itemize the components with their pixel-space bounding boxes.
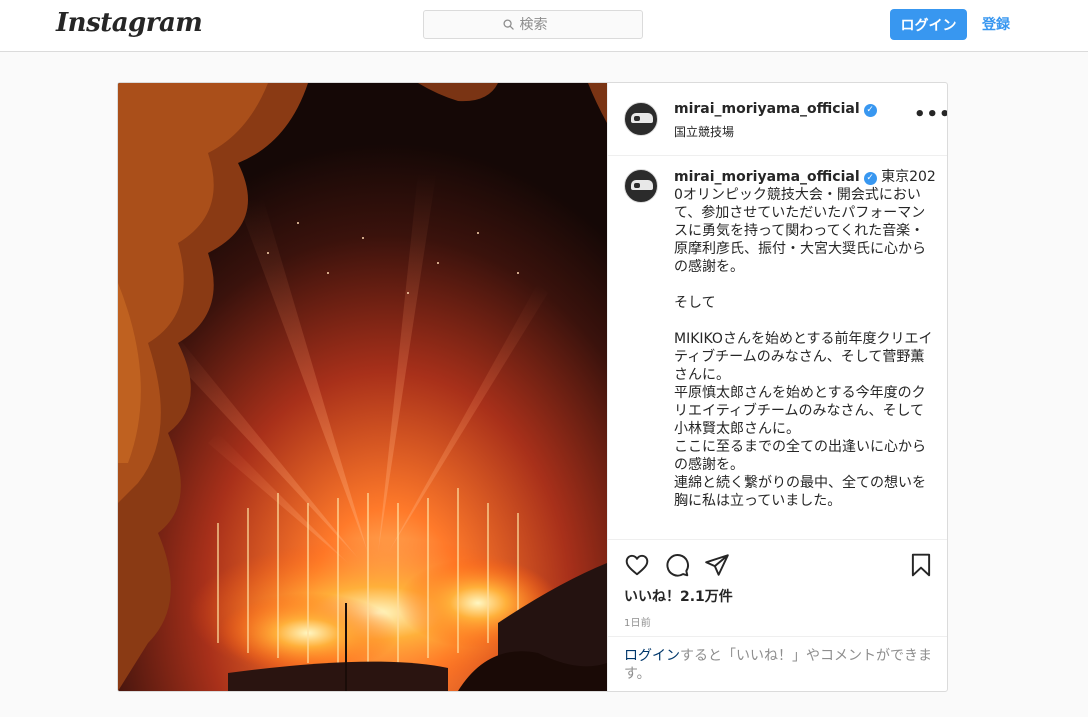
caption-username[interactable]: mirai_moriyama_official — [674, 169, 860, 185]
login-prompt-link[interactable]: ログイン — [624, 648, 680, 664]
login-button[interactable]: ログイン — [890, 9, 967, 40]
comment-icon[interactable] — [664, 552, 690, 578]
fireworks-image — [118, 83, 607, 691]
signup-link[interactable]: 登録 — [982, 14, 1010, 34]
top-bar: Instagram ログイン 登録 — [0, 0, 1088, 52]
search-icon — [502, 19, 514, 30]
caption-avatar[interactable] — [624, 169, 658, 203]
verified-icon: ✓ — [863, 104, 877, 117]
instagram-logo[interactable]: Instagram — [56, 8, 203, 38]
avatar[interactable] — [624, 102, 658, 136]
share-icon[interactable] — [704, 552, 730, 578]
post-actions: いいね！2.1万件 1日前 ログインすると「いいね！」やコメントができます。 — [608, 539, 947, 691]
post-caption: mirai_moriyama_official ✓ 東京2020オリンピック競技大… — [674, 168, 936, 510]
heart-icon[interactable] — [624, 552, 650, 578]
post-side-panel: mirai_moriyama_official ✓ 国立競技場 ••• mirai… — [607, 83, 947, 691]
post-location[interactable]: 国立競技場 — [674, 123, 734, 140]
likes-count[interactable]: いいね！2.1万件 — [624, 586, 733, 606]
search-box[interactable] — [423, 10, 643, 39]
login-prompt: ログインすると「いいね！」やコメントができます。 — [608, 636, 947, 691]
search-input[interactable] — [519, 16, 564, 33]
verified-icon: ✓ — [863, 172, 877, 185]
bookmark-icon[interactable] — [908, 552, 934, 578]
post-photo[interactable] — [118, 83, 607, 691]
caption-text: 東京2020オリンピック競技大会・開会式において、参加させていただいたパフォーマ… — [674, 169, 936, 509]
post-username[interactable]: mirai_moriyama_official ✓ — [674, 101, 877, 117]
username-text[interactable]: mirai_moriyama_official — [674, 101, 860, 117]
more-options-icon[interactable]: ••• — [914, 106, 947, 124]
post-time[interactable]: 1日前 — [624, 614, 651, 629]
post-card: mirai_moriyama_official ✓ 国立競技場 ••• mirai… — [117, 82, 948, 692]
post-header: mirai_moriyama_official ✓ 国立競技場 ••• — [608, 83, 947, 156]
